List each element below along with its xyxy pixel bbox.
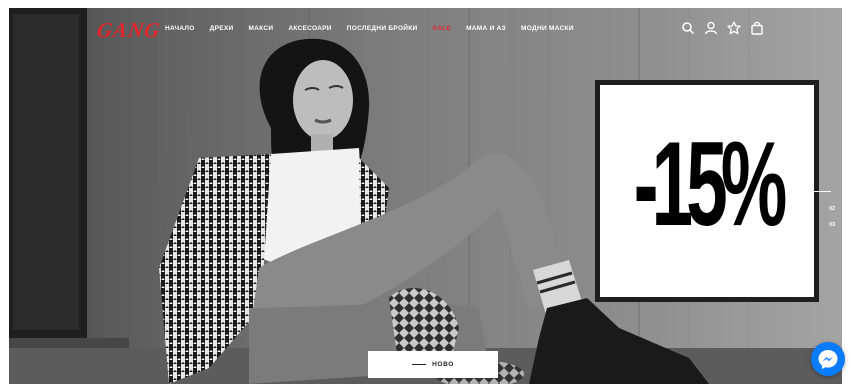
slide-dot-1[interactable]: 01 bbox=[795, 188, 801, 194]
nav-item-accessories[interactable]: АКСЕСОАРИ bbox=[288, 25, 331, 32]
page: GANG НАЧАЛО ДРЕХИ МАКСИ АКСЕСОАРИ ПОСЛЕД… bbox=[0, 0, 851, 384]
nav-item-home[interactable]: НАЧАЛО bbox=[165, 25, 195, 32]
hero-slider: GANG НАЧАЛО ДРЕХИ МАКСИ АКСЕСОАРИ ПОСЛЕД… bbox=[9, 8, 842, 384]
discount-text: -15% bbox=[633, 117, 788, 252]
user-icon[interactable] bbox=[704, 21, 718, 35]
star-icon[interactable] bbox=[727, 21, 741, 35]
nav-item-fashion-masks[interactable]: МОДНИ МАСКИ bbox=[521, 25, 574, 32]
nav-item-maxi[interactable]: МАКСИ bbox=[248, 25, 273, 32]
cta-label: НОВО bbox=[432, 361, 454, 368]
slide-dot-2[interactable]: 02 bbox=[829, 206, 835, 212]
active-slide-indicator bbox=[803, 191, 831, 192]
brand-logo[interactable]: GANG bbox=[95, 18, 162, 43]
nav-item-mom-and-me[interactable]: МАМА И АЗ bbox=[466, 25, 506, 32]
bag-icon[interactable] bbox=[750, 21, 764, 35]
discount-banner[interactable]: -15% bbox=[595, 80, 819, 302]
new-collection-button[interactable]: НОВО bbox=[368, 351, 498, 378]
nav-item-last-pieces[interactable]: ПОСЛЕДНИ БРОЙКИ bbox=[347, 25, 418, 32]
nav-item-clothes[interactable]: ДРЕХИ bbox=[210, 25, 234, 32]
site-header: GANG НАЧАЛО ДРЕХИ МАКСИ АКСЕСОАРИ ПОСЛЕД… bbox=[9, 8, 842, 54]
slide-dot-3[interactable]: 03 bbox=[829, 222, 835, 228]
search-icon[interactable] bbox=[681, 21, 695, 35]
cta-dash bbox=[412, 364, 427, 365]
messenger-icon bbox=[818, 350, 838, 369]
nav-item-sale[interactable]: SALE bbox=[433, 25, 452, 32]
main-nav: НАЧАЛО ДРЕХИ МАКСИ АКСЕСОАРИ ПОСЛЕДНИ БР… bbox=[165, 25, 589, 32]
header-icons bbox=[681, 21, 773, 35]
messenger-chat-button[interactable] bbox=[811, 342, 845, 376]
